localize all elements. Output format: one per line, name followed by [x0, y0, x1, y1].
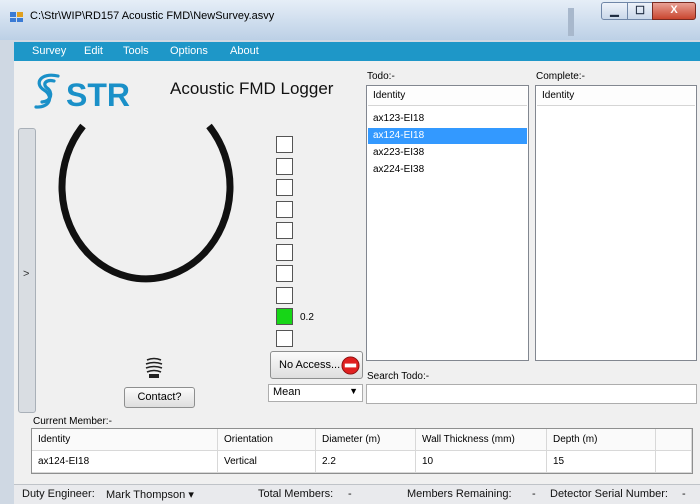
- cell-value: 2.2: [322, 456, 336, 467]
- menu-edit[interactable]: Edit: [84, 45, 103, 57]
- todo-item-label: ax224-EI38: [373, 164, 425, 175]
- menu-bar: Survey Edit Tools Options About: [14, 42, 700, 61]
- detector-serial-label: Detector Serial Number:: [550, 488, 668, 500]
- window-title-bar[interactable]: C:\Str\WIP\RD157 Acoustic FMD\NewSurvey.…: [0, 0, 700, 40]
- members-remaining-value: -: [532, 488, 536, 500]
- meter-box: [276, 222, 293, 239]
- menu-survey[interactable]: Survey: [32, 45, 66, 57]
- minimize-icon: ▁: [610, 5, 619, 17]
- column-header-label: Identity: [38, 434, 71, 445]
- window-title: C:\Str\WIP\RD157 Acoustic FMD\NewSurvey.…: [30, 10, 275, 22]
- todo-item-label: ax123-EI18: [373, 113, 425, 124]
- app-icon: [10, 12, 23, 22]
- duty-engineer-label: Duty Engineer:: [22, 488, 95, 500]
- complete-list[interactable]: Identity: [535, 85, 697, 361]
- meter-box: [276, 286, 293, 304]
- meter-box: [276, 157, 293, 175]
- todo-list-item[interactable]: ax124-EI18: [368, 128, 527, 144]
- close-icon: X: [670, 4, 678, 16]
- meter-box: [276, 308, 293, 325]
- grid-cell: 15: [547, 451, 656, 473]
- search-todo-input[interactable]: [366, 384, 697, 404]
- cell-value: 10: [422, 456, 434, 467]
- todo-list-item[interactable]: ax223-EI38: [368, 145, 527, 161]
- contact-button[interactable]: Contact?: [124, 387, 195, 408]
- menu-about[interactable]: About: [230, 45, 259, 57]
- speaker-icon: [145, 357, 163, 378]
- duty-engineer-dropdown[interactable]: Mark Thompson ▾: [106, 488, 194, 501]
- chevron-down-icon: ▼: [349, 386, 358, 396]
- search-todo-label: Search Todo:-: [367, 371, 430, 382]
- meter-value: 0.2: [300, 312, 314, 323]
- grid-cell: 10: [416, 451, 547, 473]
- current-member-label: Current Member:-: [33, 416, 112, 427]
- ring-arc: [58, 123, 234, 283]
- complete-header-label: Identity: [542, 90, 575, 101]
- detector-serial-value: -: [682, 488, 686, 500]
- grid-column-header[interactable]: Wall Thickness (mm): [416, 429, 547, 451]
- dropdown-arrow-icon: ▾: [188, 489, 194, 501]
- grid-column-header[interactable]: Identity: [32, 429, 218, 451]
- status-bar: Duty Engineer: Mark Thompson ▾ Total Mem…: [14, 484, 700, 504]
- meter-box: [276, 179, 293, 196]
- total-members-label: Total Members:: [258, 488, 334, 500]
- todo-list-header[interactable]: Identity: [368, 87, 527, 106]
- grid-cell: ax124-EI18: [32, 451, 218, 473]
- todo-item-label: ax223-EI38: [373, 147, 425, 158]
- acoustic-ring-gauge: [58, 123, 234, 283]
- meter-box: [276, 329, 293, 347]
- todo-list-item[interactable]: ax224-EI38: [368, 162, 527, 178]
- column-header-label: Wall Thickness (mm): [422, 434, 515, 445]
- grid-cell: Vertical: [218, 451, 316, 473]
- total-members-value: -: [348, 488, 352, 500]
- cell-value: Vertical: [224, 456, 257, 467]
- meter-box: [276, 136, 293, 153]
- members-remaining-label: Members Remaining:: [407, 488, 512, 500]
- cell-value: ax124-EI18: [38, 456, 90, 467]
- no-access-button[interactable]: No Access...: [270, 351, 363, 379]
- meter-box: [276, 200, 293, 218]
- todo-item-label: ax124-EI18: [373, 130, 425, 141]
- grid-column-header[interactable]: Orientation: [218, 429, 316, 451]
- close-button[interactable]: X: [652, 2, 696, 20]
- meter-box: [276, 265, 293, 282]
- todo-list[interactable]: Identity ax123-EI18 ax124-EI18 ax223-EI38 a…: [366, 85, 529, 361]
- statistic-select[interactable]: Mean ▼: [268, 384, 363, 402]
- complete-list-header[interactable]: Identity: [537, 87, 695, 106]
- no-access-label: No Access...: [279, 359, 341, 371]
- todo-list-item[interactable]: ax123-EI18: [368, 111, 527, 127]
- maximize-button[interactable]: ☐: [627, 2, 653, 20]
- grid-column-header[interactable]: Diameter (m): [316, 429, 416, 451]
- column-header-label: Diameter (m): [322, 434, 381, 445]
- current-member-grid[interactable]: Identity Orientation Diameter (m) Wall Thic…: [31, 428, 693, 474]
- menu-tools[interactable]: Tools: [123, 45, 149, 57]
- grid-column-header[interactable]: Depth (m): [547, 429, 656, 451]
- duty-engineer-value: Mark Thompson: [106, 489, 186, 501]
- menu-options[interactable]: Options: [170, 45, 208, 57]
- statistic-select-value: Mean: [273, 386, 301, 398]
- meter-box: [276, 243, 293, 261]
- no-entry-icon: [341, 356, 360, 375]
- column-header-label: Depth (m): [553, 434, 598, 445]
- grid-filler-cell: [656, 451, 692, 473]
- complete-label: Complete:-: [536, 71, 585, 82]
- cell-value: 15: [553, 456, 565, 467]
- maximize-icon: ☐: [635, 5, 645, 17]
- grid-filler-cell: [656, 429, 692, 451]
- grid-cell: 2.2: [316, 451, 416, 473]
- minimize-button[interactable]: ▁: [601, 2, 628, 20]
- todo-header-label: Identity: [373, 90, 406, 101]
- column-header-label: Orientation: [224, 434, 273, 445]
- titlebar-divider: [568, 8, 574, 36]
- expand-arrow-icon[interactable]: >: [23, 268, 29, 280]
- todo-label: Todo:-: [367, 71, 395, 82]
